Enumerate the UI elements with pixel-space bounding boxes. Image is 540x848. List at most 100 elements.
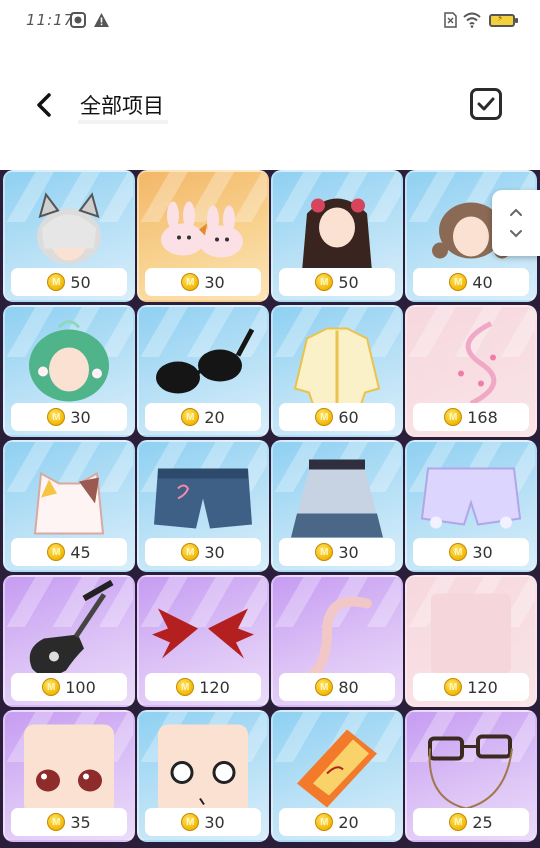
item-card-denim-shorts[interactable]: M 30 (137, 440, 269, 572)
price-bar: M 168 (413, 403, 529, 431)
price-bar: M 30 (145, 268, 261, 296)
coin-icon: M (315, 543, 334, 561)
item-card-pink-item[interactable]: M 120 (405, 575, 537, 707)
item-card-green-flower-hair[interactable]: M 30 (3, 305, 135, 437)
price-bar: M 30 (413, 538, 529, 566)
item-price: 25 (472, 812, 493, 832)
item-card-black-sunglasses[interactable]: M 20 (137, 305, 269, 437)
coin-icon: M (47, 543, 66, 561)
price-bar: M 60 (279, 403, 395, 431)
item-price: 35 (70, 812, 91, 832)
coin-icon: M (444, 408, 463, 426)
item-card-round-eyes-face[interactable]: M 30 (137, 710, 269, 842)
item-card-pink-sparkle-ribbon[interactable]: M 168 (405, 305, 537, 437)
checkbox-checked-icon (477, 97, 495, 111)
chevron-down-icon (510, 230, 522, 238)
select-all-button[interactable] (470, 88, 502, 120)
price-bar: M 80 (279, 673, 395, 701)
coin-icon: M (47, 273, 66, 291)
price-bar: M 50 (11, 268, 127, 296)
item-card-white-camisole[interactable]: M 45 (3, 440, 135, 572)
item-price: 168 (467, 407, 498, 427)
item-card-white-gradient-skirt[interactable]: M 30 (271, 440, 403, 572)
silver-cat-ear-hair-icon (24, 188, 114, 273)
coin-icon: M (315, 813, 334, 831)
item-card-devil-wings[interactable]: M 120 (137, 575, 269, 707)
coin-icon: M (315, 408, 334, 426)
wifi-icon (463, 12, 481, 33)
item-price: 30 (204, 542, 225, 562)
coin-icon: M (449, 813, 468, 831)
item-card-bunny-slippers[interactable]: M 30 (137, 170, 269, 302)
coin-icon: M (47, 813, 66, 831)
item-price: 120 (467, 677, 498, 697)
media-icon (70, 12, 86, 33)
title-underline (78, 120, 168, 124)
item-price: 100 (65, 677, 96, 697)
sim-icon (444, 12, 457, 33)
item-card-yellow-jacket[interactable]: M 60 (271, 305, 403, 437)
price-bar: M 100 (11, 673, 127, 701)
coin-icon: M (47, 408, 66, 426)
denim-shorts-icon (148, 458, 258, 543)
price-bar: M 50 (279, 268, 395, 296)
price-bar: M 30 (145, 808, 261, 836)
warning-icon (93, 12, 110, 33)
item-price: 50 (338, 272, 359, 292)
item-price: 30 (204, 272, 225, 292)
coin-icon: M (449, 543, 468, 561)
coin-icon: M (181, 813, 200, 831)
black-sunglasses-icon (148, 323, 258, 408)
price-bar: M 40 (413, 268, 529, 296)
status-bar: 11:17 ⚡ (0, 0, 540, 40)
coin-icon: M (315, 678, 334, 696)
coin-icon: M (444, 678, 463, 696)
coin-icon: M (315, 273, 334, 291)
coin-icon: M (176, 678, 195, 696)
yellow-jacket-icon (287, 318, 387, 413)
item-card-electric-guitar[interactable]: M 100 (3, 575, 135, 707)
item-price: 40 (472, 272, 493, 292)
item-card-black-long-hair-red-flower[interactable]: M 50 (271, 170, 403, 302)
price-bar: M 25 (413, 808, 529, 836)
devil-wings-icon (148, 598, 258, 673)
item-card-lavender-bloomers[interactable]: M 30 (405, 440, 537, 572)
lavender-bloomers-icon (416, 458, 526, 543)
page-title: 全部项目 (80, 94, 164, 118)
item-card-red-eyes-face[interactable]: M 35 (3, 710, 135, 842)
item-card-glasses-with-chain[interactable]: M 25 (405, 710, 537, 842)
coin-icon: M (181, 273, 200, 291)
item-card-talisman-paper[interactable]: M 20 (271, 710, 403, 842)
price-bar: M 30 (11, 403, 127, 431)
item-price: 30 (70, 407, 91, 427)
white-gradient-skirt-icon (287, 453, 387, 548)
header: 全部项目 (0, 40, 540, 170)
price-bar: M 120 (413, 673, 529, 701)
white-camisole-icon (19, 453, 119, 548)
item-price: 30 (472, 542, 493, 562)
back-icon (37, 93, 51, 117)
coin-icon: M (42, 678, 61, 696)
item-price: 120 (199, 677, 230, 697)
price-bar: M 45 (11, 538, 127, 566)
black-long-hair-red-flower-icon (292, 183, 382, 278)
talisman-paper-icon (287, 723, 387, 818)
item-price: 45 (70, 542, 91, 562)
price-bar: M 35 (11, 808, 127, 836)
item-card-pink-tail[interactable]: M 80 (271, 575, 403, 707)
item-price: 30 (338, 542, 359, 562)
status-time: 11:17 (26, 11, 75, 29)
price-bar: M 120 (145, 673, 261, 701)
item-price: 20 (338, 812, 359, 832)
scroll-handle[interactable] (492, 190, 540, 256)
price-bar: M 30 (145, 538, 261, 566)
price-bar: M 20 (145, 403, 261, 431)
item-price: 80 (338, 677, 359, 697)
item-grid: M 50 M 30 M 50 M 40 M 30 M 20 M 60 M 168 M 45 M 30 M 30 M 30 M 10… (0, 170, 540, 848)
back-button[interactable] (28, 88, 62, 122)
price-bar: M 20 (279, 808, 395, 836)
bunny-slippers-icon (153, 193, 253, 268)
item-price: 20 (204, 407, 225, 427)
chevron-up-icon (510, 208, 522, 216)
item-card-silver-cat-ear-hair[interactable]: M 50 (3, 170, 135, 302)
